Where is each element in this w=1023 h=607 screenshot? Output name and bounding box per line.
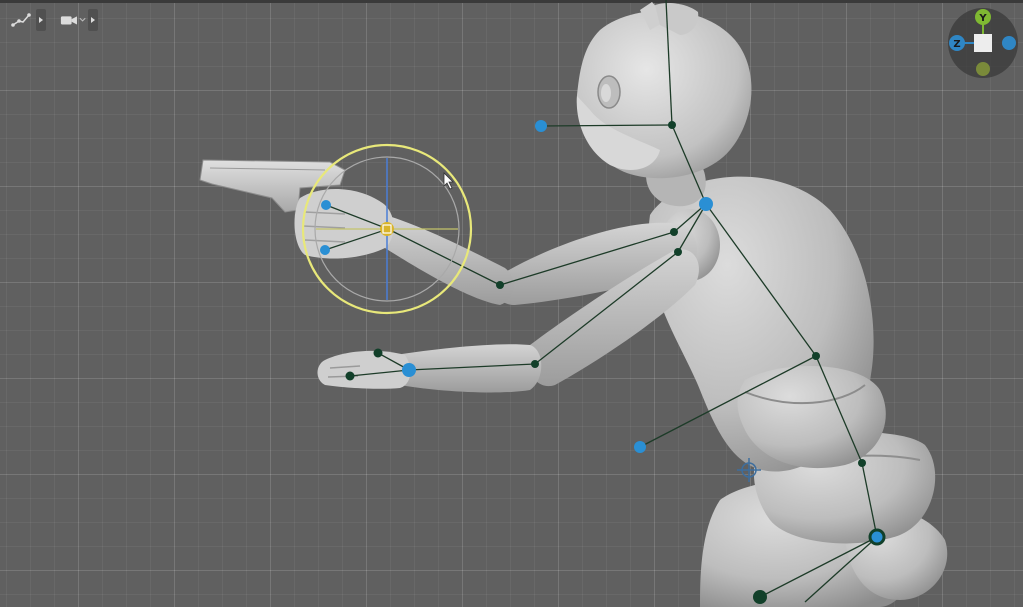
viewport-toolbar [8, 8, 98, 32]
rotate-manipulator[interactable] [301, 143, 473, 315]
character-model[interactable] [199, 2, 948, 607]
selected-joint [380, 222, 394, 236]
ik-handle-knee[interactable] [868, 528, 886, 546]
fk-joint[interactable] [668, 121, 676, 129]
fk-joint[interactable] [670, 228, 678, 236]
fk-joint[interactable] [812, 352, 820, 360]
fk-joint[interactable] [345, 371, 355, 381]
camera-button[interactable] [60, 9, 86, 31]
fk-joint[interactable] [753, 590, 767, 604]
fk-joint[interactable] [858, 459, 866, 467]
ik-handle-gun-thumb[interactable] [320, 245, 330, 255]
ik-handle-gun-finger[interactable] [321, 200, 331, 210]
camera-dropdown-button[interactable] [88, 9, 98, 31]
caret-right-icon [39, 17, 43, 23]
gizmo-y-label: Y [978, 13, 987, 24]
fk-joint[interactable] [531, 360, 539, 368]
video-camera-icon [60, 16, 77, 25]
gizmo-center-cube[interactable] [974, 34, 992, 52]
bone-path-dropdown-button[interactable] [36, 9, 46, 31]
forearm-front-mesh [395, 344, 542, 393]
gizmo-z-label: Z [953, 39, 960, 50]
fk-joint[interactable] [496, 281, 504, 289]
ik-handle-head[interactable] [535, 120, 547, 132]
bone-path-icon [11, 13, 31, 27]
ik-handle-hip[interactable] [634, 441, 646, 453]
hand-front-mesh [317, 350, 411, 389]
ik-handle-chest[interactable] [699, 197, 713, 211]
caret-right-icon [91, 17, 95, 23]
scene-canvas[interactable] [0, 0, 1023, 607]
orientation-gizmo[interactable]: Y Z [946, 6, 1020, 80]
fk-joint[interactable] [373, 348, 383, 358]
fk-joint[interactable] [674, 248, 682, 256]
bone-path-button[interactable] [8, 9, 34, 31]
3d-viewport[interactable]: Y Z [0, 0, 1023, 607]
ik-handle-front-wrist[interactable] [402, 363, 416, 377]
gizmo-neg-x-handle[interactable] [1002, 36, 1016, 50]
chevron-down-icon [79, 17, 86, 22]
gizmo-neg-y-handle[interactable] [976, 62, 990, 76]
